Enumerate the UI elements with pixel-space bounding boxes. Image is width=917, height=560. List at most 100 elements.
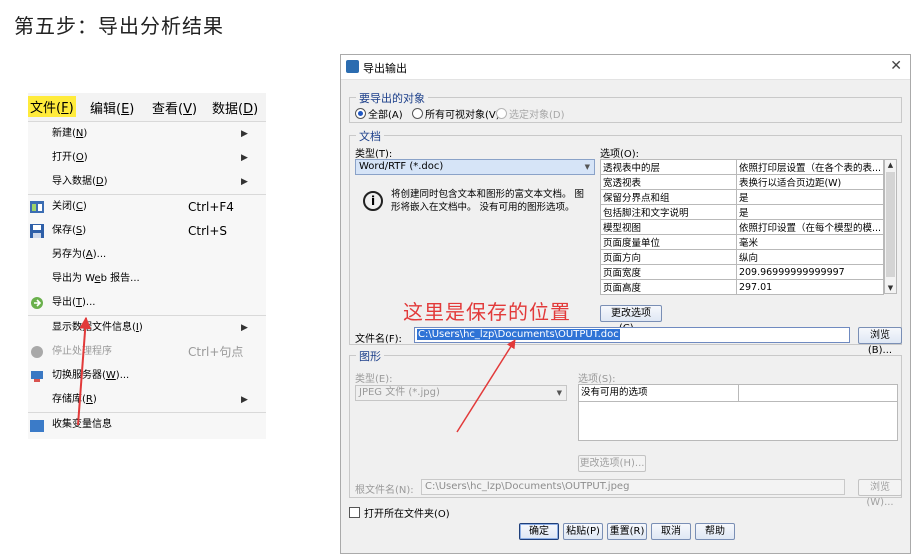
root-filename-input: C:\Users\hc_lzp\Documents\OUTPUT.jpeg [421, 479, 845, 495]
scroll-down-icon[interactable]: ▼ [886, 283, 895, 293]
help-button[interactable]: 帮助 [695, 523, 735, 540]
options-row[interactable]: 保留分界点和组是 [600, 189, 885, 205]
stop-icon [31, 346, 43, 358]
browse-button[interactable]: 浏览(B)... [858, 327, 902, 356]
group-label: 图形 [356, 348, 384, 364]
graphics-no-options-cell: 没有可用的选项 [579, 385, 739, 402]
graphics-options-empty-cell [739, 385, 897, 402]
doc-options-label: 选项(O): [600, 149, 640, 160]
menu-item-stop-processor: 停止处理程序 Ctrl+句点 [28, 340, 266, 364]
server-icon [31, 371, 43, 382]
doc-info-text: 将创建同时包含文本和图形的富文本文档。 图形将嵌入在文档中。 没有可用的图形选项… [391, 189, 585, 213]
doc-options-table[interactable]: 透视表中的层 依照打印层设置（在各个表的表... 宽透视表 表换行以适合页边距(W) 保… [600, 159, 885, 295]
file-menu-dropdown: 新建(N) ▶ 打开(O) ▶ 导入数据(D) ▶ 关闭(C) Ctrl+F4 … [28, 122, 266, 437]
open-folder-checkbox[interactable]: 打开所在文件夹(O) [349, 505, 450, 520]
option-name-cell: 宽透视表 [600, 174, 737, 190]
graphics-type-label: 类型(E): [355, 374, 393, 385]
options-row[interactable]: 页面方向 纵向 [600, 249, 885, 265]
graphics-change-options-button: 更改选项(H)... [578, 455, 646, 472]
radio-all-visible[interactable]: 所有可视对象(V) [412, 106, 500, 121]
option-value-cell: 是 [735, 204, 885, 220]
annotation-text: 这里是保存的位置 [403, 300, 571, 324]
submenu-arrow-icon: ▶ [241, 323, 248, 333]
submenu-arrow-icon: ▶ [241, 177, 248, 187]
options-scrollbar[interactable]: ▲ ▼ [884, 159, 897, 294]
doc-type-label: 类型(T): [355, 149, 393, 160]
menu-edit[interactable]: 编辑(E) [90, 98, 134, 117]
menu-item-save-as[interactable]: 另存为(A)... [28, 243, 266, 267]
menu-item-switch-server[interactable]: 切换服务器(W)... [28, 364, 266, 388]
menu-item-import-data[interactable]: 导入数据(D) ▶ [28, 170, 266, 194]
graphics-type-select: JPEG 文件 (*.jpg) ▼ [355, 385, 567, 401]
menu-item-close[interactable]: 关闭(C) Ctrl+F4 [28, 194, 266, 219]
option-value-cell: 209.96999999999997 [735, 264, 885, 280]
reset-button[interactable]: 重置(R) [607, 523, 647, 540]
scroll-up-icon[interactable]: ▲ [886, 160, 895, 170]
change-options-button[interactable]: 更改选项(C)... [600, 305, 662, 334]
file-menu-screenshot: 文件(F) 编辑(E) 查看(V) 数据(D) 新建(N) ▶ 打开(O) ▶ … [28, 93, 266, 439]
menu-item-partial[interactable]: 收集变量信息 [28, 412, 266, 437]
chevron-down-icon: ▼ [584, 163, 590, 171]
menu-item-open[interactable]: 打开(O) ▶ [28, 146, 266, 170]
radio-all[interactable]: 全部(A) [355, 106, 403, 121]
save-disk-icon [30, 224, 44, 238]
ok-button[interactable]: 确定 [519, 523, 559, 540]
scroll-thumb[interactable] [886, 172, 895, 277]
close-icon[interactable]: ✕ [890, 58, 902, 74]
menu-item-new[interactable]: 新建(N) ▶ [28, 122, 266, 146]
submenu-arrow-icon: ▶ [241, 153, 248, 163]
dialog-title: 导出输出 [363, 62, 407, 75]
cancel-button[interactable]: 取消 [651, 523, 691, 540]
options-row[interactable]: 包括脚注和文字说明是 [600, 204, 885, 220]
option-name-cell: 页面宽度 [600, 264, 737, 280]
export-icon [31, 297, 43, 309]
info-icon: i [363, 191, 383, 211]
options-row[interactable]: 透视表中的层 依照打印层设置（在各个表的表... [600, 159, 885, 175]
filename-input[interactable]: C:\Users\hc_lzp\Documents\OUTPUT.doc [414, 327, 850, 343]
option-value-cell: 是 [735, 189, 885, 205]
graphics-options-table: 没有可用的选项 [578, 384, 898, 441]
app-icon [346, 60, 359, 73]
menu-item-export[interactable]: 导出(T)... [28, 291, 266, 315]
menu-item-show-data-file-info[interactable]: 显示数据文件信息(I) ▶ [28, 315, 266, 340]
option-name-cell: 页面度量单位 [600, 234, 737, 250]
option-name-cell: 页面方向 [600, 249, 737, 265]
paste-button[interactable]: 粘贴(P) [563, 523, 603, 540]
option-name-cell: 透视表中的层 [600, 159, 737, 175]
menu-data[interactable]: 数据(D) [212, 98, 258, 117]
objects-to-export-group: 要导出的对象 全部(A) 所有可视对象(V) 选定对象(D) [349, 90, 902, 123]
close-window-icon [30, 201, 44, 213]
graphics-options-label: 选项(S): [578, 374, 616, 385]
option-value-cell: 纵向 [735, 249, 885, 265]
options-row[interactable]: 页面高度 297.01 [600, 279, 885, 295]
menu-file[interactable]: 文件(F) [28, 96, 76, 117]
doc-info-panel: i 将创建同时包含文本和图形的富文本文档。 图形将嵌入在文档中。 没有可用的图形… [355, 181, 587, 235]
group-label: 文档 [356, 128, 384, 144]
graphics-browse-button: 浏览(W)... [858, 479, 902, 508]
option-name-cell: 页面高度 [600, 279, 737, 295]
step-heading: 第五步：导出分析结果 [14, 14, 224, 38]
submenu-arrow-icon: ▶ [241, 395, 248, 405]
options-row[interactable]: 页面宽度 209.96999999999997 [600, 264, 885, 280]
menu-item-export-web-report[interactable]: 导出为 Web 报告... [28, 267, 266, 291]
option-name-cell: 模型视图 [600, 219, 737, 235]
doc-type-select[interactable]: Word/RTF (*.doc) ▼ [355, 159, 595, 175]
option-name-cell: 保留分界点和组 [600, 189, 737, 205]
options-row[interactable]: 页面度量单位 毫米 [600, 234, 885, 250]
menu-view[interactable]: 查看(V) [152, 98, 197, 117]
filename-label: 文件名(F): [355, 334, 402, 345]
menu-item-save[interactable]: 保存(S) Ctrl+S [28, 219, 266, 243]
options-row[interactable]: 宽透视表 表换行以适合页边距(W) [600, 174, 885, 190]
submenu-arrow-icon: ▶ [241, 129, 248, 139]
radio-selected: 选定对象(D) [496, 106, 565, 121]
chevron-down-icon: ▼ [556, 389, 562, 397]
option-value-cell: 表换行以适合页边距(W) [735, 174, 885, 190]
option-value-cell: 依照打印层设置（在各个表的表... [735, 159, 885, 175]
group-label: 要导出的对象 [356, 90, 428, 106]
option-value-cell: 297.01 [735, 279, 885, 295]
root-filename-label: 根文件名(N): [355, 485, 414, 496]
option-value-cell: 依照打印设置（在每个模型的模... [735, 219, 885, 235]
menu-item-repository[interactable]: 存储库(R) ▶ [28, 388, 266, 412]
dialog-titlebar: 导出输出 ✕ [341, 55, 910, 80]
options-row[interactable]: 模型视图 依照打印设置（在每个模型的模... [600, 219, 885, 235]
